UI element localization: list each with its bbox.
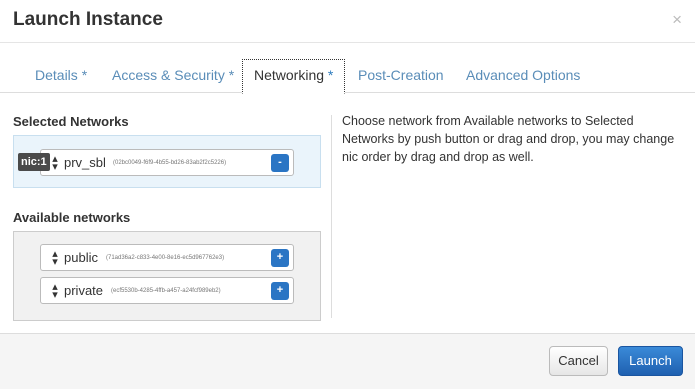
up-down-arrows-icon: ▴ ▾	[52, 153, 58, 173]
tab-advanced-options[interactable]: Advanced Options	[455, 59, 591, 93]
close-icon[interactable]: ×	[672, 11, 682, 29]
network-id: (71ad36a2-c833-4e00-8e16-ec5d967762e3)	[106, 255, 225, 261]
tab-networking[interactable]: Networking *	[242, 59, 346, 94]
network-name: private	[64, 283, 104, 298]
selected-network-item[interactable]: ▴ ▾ prv_sbl (02bc0049-f6f9-4b55-bd26-83ab…	[40, 149, 294, 176]
add-network-button[interactable]: +	[271, 282, 289, 300]
required-marker: *	[228, 67, 235, 83]
available-network-item[interactable]: ▴ ▾ private (ecf5530b-4285-4ffb-a457-a24f…	[40, 277, 294, 304]
tab-networking-label: Networking	[254, 67, 325, 83]
tab-bar: Details * Access & Security * Networking…	[0, 59, 695, 94]
available-networks-heading: Available networks	[13, 210, 131, 225]
add-network-button[interactable]: +	[271, 249, 289, 267]
modal-header: Launch Instance ×	[0, 0, 695, 43]
selected-networks-heading: Selected Networks	[13, 114, 129, 129]
network-name: prv_sbl	[64, 155, 106, 170]
nic-order-badge: nic:1	[18, 153, 50, 171]
column-divider	[331, 115, 332, 318]
cancel-button[interactable]: Cancel	[549, 346, 608, 376]
help-text: Choose network from Available networks t…	[342, 114, 675, 164]
up-down-arrows-icon: ▴ ▾	[52, 248, 58, 268]
up-down-arrows-icon: ▴ ▾	[52, 281, 58, 301]
available-network-item[interactable]: ▴ ▾ public (71ad36a2-c833-4e00-8e16-ec5d9…	[40, 244, 294, 271]
selected-networks-list[interactable]: ▴ ▾ prv_sbl (02bc0049-f6f9-4b55-bd26-83ab…	[13, 135, 321, 188]
available-networks-list[interactable]: ▴ ▾ public (71ad36a2-c833-4e00-8e16-ec5d9…	[13, 231, 321, 321]
tab-advanced-options-label: Advanced Options	[466, 67, 581, 83]
tab-access-security-label: Access & Security	[112, 67, 225, 83]
tab-post-creation-label: Post-Creation	[358, 67, 444, 83]
tab-details[interactable]: Details *	[24, 59, 98, 93]
tab-access-security[interactable]: Access & Security *	[101, 59, 245, 93]
network-id: (ecf5530b-4285-4ffb-a457-a24fcf989eb2)	[111, 288, 221, 294]
tab-details-label: Details	[35, 67, 78, 83]
tab-post-creation[interactable]: Post-Creation	[347, 59, 455, 93]
required-marker: *	[327, 67, 334, 83]
launch-button[interactable]: Launch	[618, 346, 683, 376]
required-marker: *	[81, 67, 88, 83]
network-name: public	[64, 250, 98, 265]
modal-title: Launch Instance	[13, 9, 163, 30]
modal-footer: Cancel Launch	[0, 333, 695, 389]
modal-body: Selected Networks ▴ ▾ prv_sbl (02bc0049-f…	[0, 93, 695, 333]
network-id: (02bc0049-f6f9-4b55-bd26-83ab2f2c5226)	[113, 160, 227, 166]
remove-network-button[interactable]: -	[271, 154, 289, 172]
